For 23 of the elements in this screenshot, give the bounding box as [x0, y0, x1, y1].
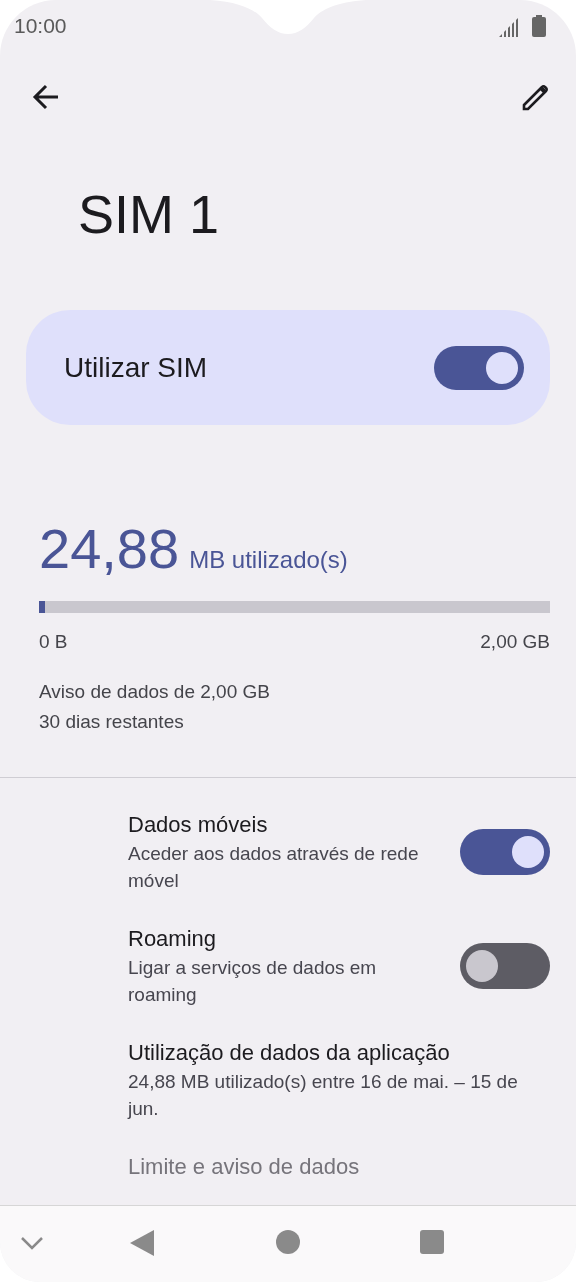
- setting-switch[interactable]: [460, 829, 550, 875]
- use-sim-switch[interactable]: [434, 345, 524, 390]
- setting-subtitle: Aceder aos dados através de rede móvel: [128, 842, 420, 893]
- setting-switch[interactable]: [460, 943, 550, 989]
- setting-title[interactable]: Dados móveis: [128, 810, 428, 840]
- usage-unit: MB utilizado(s): [189, 546, 348, 574]
- days-left: 30 dias restantes: [39, 710, 185, 734]
- page-title: SIM 1: [78, 183, 221, 246]
- setting-subtitle: 24,88 MB utilizado(s) entre 16 de mai. – 15 de jun.: [128, 1070, 519, 1121]
- battery-icon: [532, 15, 546, 37]
- collapse-button[interactable]: [20, 1236, 44, 1250]
- setting-title[interactable]: Utilização de dados da aplicação: [128, 1038, 538, 1068]
- data-warning: Aviso de dados de 2,00 GB: [39, 680, 271, 704]
- back-nav-button[interactable]: [130, 1230, 154, 1256]
- setting-title[interactable]: Roaming: [128, 924, 428, 954]
- status-time: 10:00: [14, 14, 67, 38]
- max-label: 2,00 GB: [480, 630, 550, 654]
- setting-title[interactable]: Limite e aviso de dados: [128, 1152, 360, 1182]
- home-nav-button[interactable]: [276, 1230, 300, 1254]
- setting-subtitle: Ligar a serviços de dados em roaming: [128, 956, 378, 1007]
- use-sim-label: Utilizar SIM: [64, 351, 208, 384]
- usage-amount: 24,88: [39, 517, 180, 581]
- min-label: 0 B: [39, 630, 68, 654]
